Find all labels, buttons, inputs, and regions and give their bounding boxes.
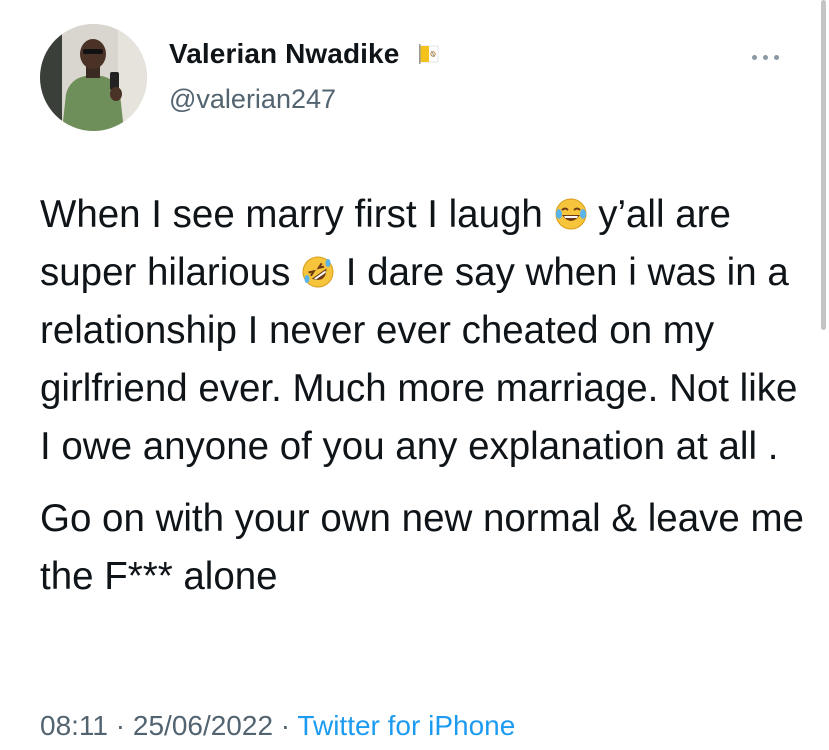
tweet-text-segment: When I see marry first I laugh (40, 193, 554, 236)
avatar[interactable] (40, 24, 147, 131)
scrollbar[interactable] (821, 0, 826, 330)
author-name-row: Valerian Nwadike (169, 38, 439, 70)
tweet-time[interactable]: 08:11 (40, 710, 108, 741)
tweet-paragraph-2: Go on with your own new normal & leave m… (40, 497, 804, 598)
meta-separator: · (273, 710, 298, 741)
author-display-name[interactable]: Valerian Nwadike (169, 38, 399, 70)
face-with-tears-of-joy-emoji-icon (554, 190, 588, 230)
meta-separator: · (108, 710, 133, 741)
tweet-date[interactable]: 25/06/2022 (133, 710, 273, 741)
more-options-icon[interactable] (750, 52, 782, 64)
rolling-on-the-floor-laughing-emoji-icon (301, 248, 335, 288)
tweet-paragraph-1: When I see marry first I laugh y’all are… (40, 186, 805, 476)
tweet-source-link[interactable]: Twitter for iPhone (297, 710, 515, 741)
tweet-metadata: 08:11 · 25/06/2022 · Twitter for iPhone (40, 710, 515, 742)
tweet-text: When I see marry first I laugh y’all are… (40, 186, 805, 606)
avatar-photo (40, 24, 147, 131)
author-handle[interactable]: @valerian247 (169, 84, 336, 115)
vatican-flag-icon (419, 43, 439, 65)
